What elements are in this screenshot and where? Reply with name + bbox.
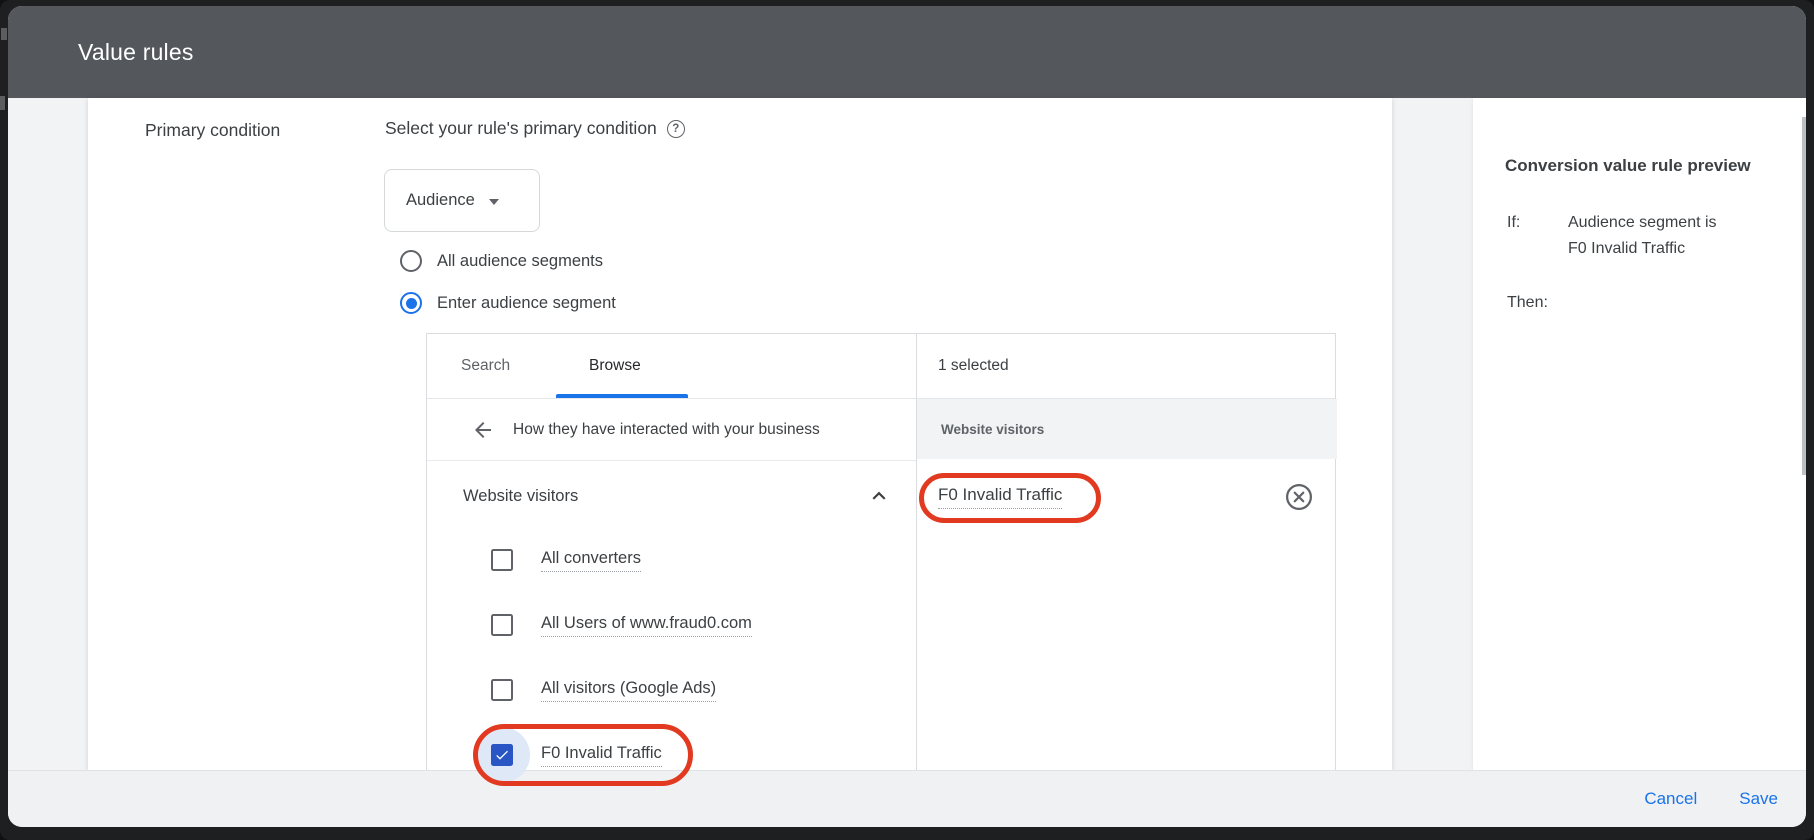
instruction-text: Select your rule's primary condition (385, 118, 657, 139)
radio-circle-icon (400, 250, 422, 272)
caret-down-icon (489, 199, 499, 205)
option-label[interactable]: All visitors (Google Ads) (541, 679, 716, 702)
dialog-title: Value rules (78, 39, 194, 66)
preview-then-label: Then: (1507, 294, 1548, 312)
dialog-header: Value rules (8, 6, 1806, 98)
condition-type-dropdown[interactable]: Audience (384, 169, 540, 232)
option-label[interactable]: F0 Invalid Traffic (541, 744, 662, 767)
tab-browse[interactable]: Browse (589, 334, 641, 398)
preview-if-value: Audience segment is F0 Invalid Traffic (1568, 210, 1717, 262)
cancel-button[interactable]: Cancel (1644, 789, 1697, 809)
selected-count-label: 1 selected (938, 334, 1009, 398)
background-page-fragment (0, 96, 5, 110)
preview-if-row: If: Audience segment is F0 Invalid Traff… (1507, 210, 1717, 262)
option-all-visitors-google-ads[interactable]: All visitors (Google Ads) (491, 675, 716, 705)
primary-condition-label: Primary condition (145, 120, 280, 141)
value-rules-dialog: Value rules Primary condition Select you… (8, 6, 1806, 827)
breadcrumb-text: How they have interacted with your busin… (513, 421, 820, 439)
checkbox-unchecked-icon[interactable] (491, 614, 513, 636)
back-arrow-icon[interactable] (471, 418, 495, 442)
dialog-footer: Cancel Save (8, 770, 1806, 827)
section-website-visitors[interactable]: Website visitors (463, 480, 892, 512)
option-label[interactable]: All Users of www.fraud0.com (541, 614, 752, 637)
help-icon[interactable]: ? (667, 120, 685, 138)
preview-if-label: If: (1507, 210, 1568, 262)
option-f0-invalid-traffic[interactable]: F0 Invalid Traffic (491, 740, 662, 770)
preview-title: Conversion value rule preview (1505, 156, 1751, 176)
section-title: Website visitors (463, 487, 578, 506)
remove-selected-icon[interactable] (1284, 482, 1314, 512)
radio-circle-selected-icon (400, 292, 422, 314)
radio-all-audience-segments[interactable]: All audience segments (400, 249, 603, 273)
radio-enter-audience-segment[interactable]: Enter audience segment (400, 291, 616, 315)
if-value-line2: F0 Invalid Traffic (1568, 240, 1685, 257)
rule-preview-sidebar: Conversion value rule preview If: Audien… (1473, 98, 1806, 770)
audience-picker-panel: Search Browse 1 selected How they have i… (426, 333, 1336, 770)
selected-group-header: Website visitors (917, 399, 1337, 459)
checkbox-unchecked-icon[interactable] (491, 679, 513, 701)
option-all-converters[interactable]: All converters (491, 545, 641, 575)
checkbox-unchecked-icon[interactable] (491, 549, 513, 571)
picker-breadcrumb-row: How they have interacted with your busin… (427, 399, 916, 461)
if-value-line1: Audience segment is (1568, 214, 1717, 231)
dialog-body: Primary condition Select your rule's pri… (8, 98, 1806, 770)
checkmark-icon (494, 747, 510, 763)
radio-label: All audience segments (437, 252, 603, 271)
dropdown-selected-value: Audience (406, 191, 475, 210)
instruction-row: Select your rule's primary condition ? (385, 118, 685, 139)
picker-tabs-row: Search Browse 1 selected (427, 334, 1335, 399)
sidebar-scrollbar-thumb[interactable] (1802, 117, 1806, 475)
save-button[interactable]: Save (1739, 789, 1778, 809)
option-label[interactable]: All converters (541, 549, 641, 572)
checkbox-checked-icon[interactable] (491, 744, 513, 766)
option-all-users-fraud0[interactable]: All Users of www.fraud0.com (491, 610, 752, 640)
active-tab-underline (556, 394, 688, 398)
screenshot-frame: Value rules Primary condition Select you… (0, 0, 1814, 840)
selected-group-title: Website visitors (941, 422, 1044, 437)
tab-search[interactable]: Search (461, 334, 510, 398)
selected-item-label: F0 Invalid Traffic (938, 485, 1062, 509)
background-page-fragment (1, 28, 7, 40)
primary-condition-card: Primary condition Select your rule's pri… (88, 98, 1392, 770)
radio-label: Enter audience segment (437, 294, 616, 313)
chevron-up-icon[interactable] (866, 483, 892, 509)
